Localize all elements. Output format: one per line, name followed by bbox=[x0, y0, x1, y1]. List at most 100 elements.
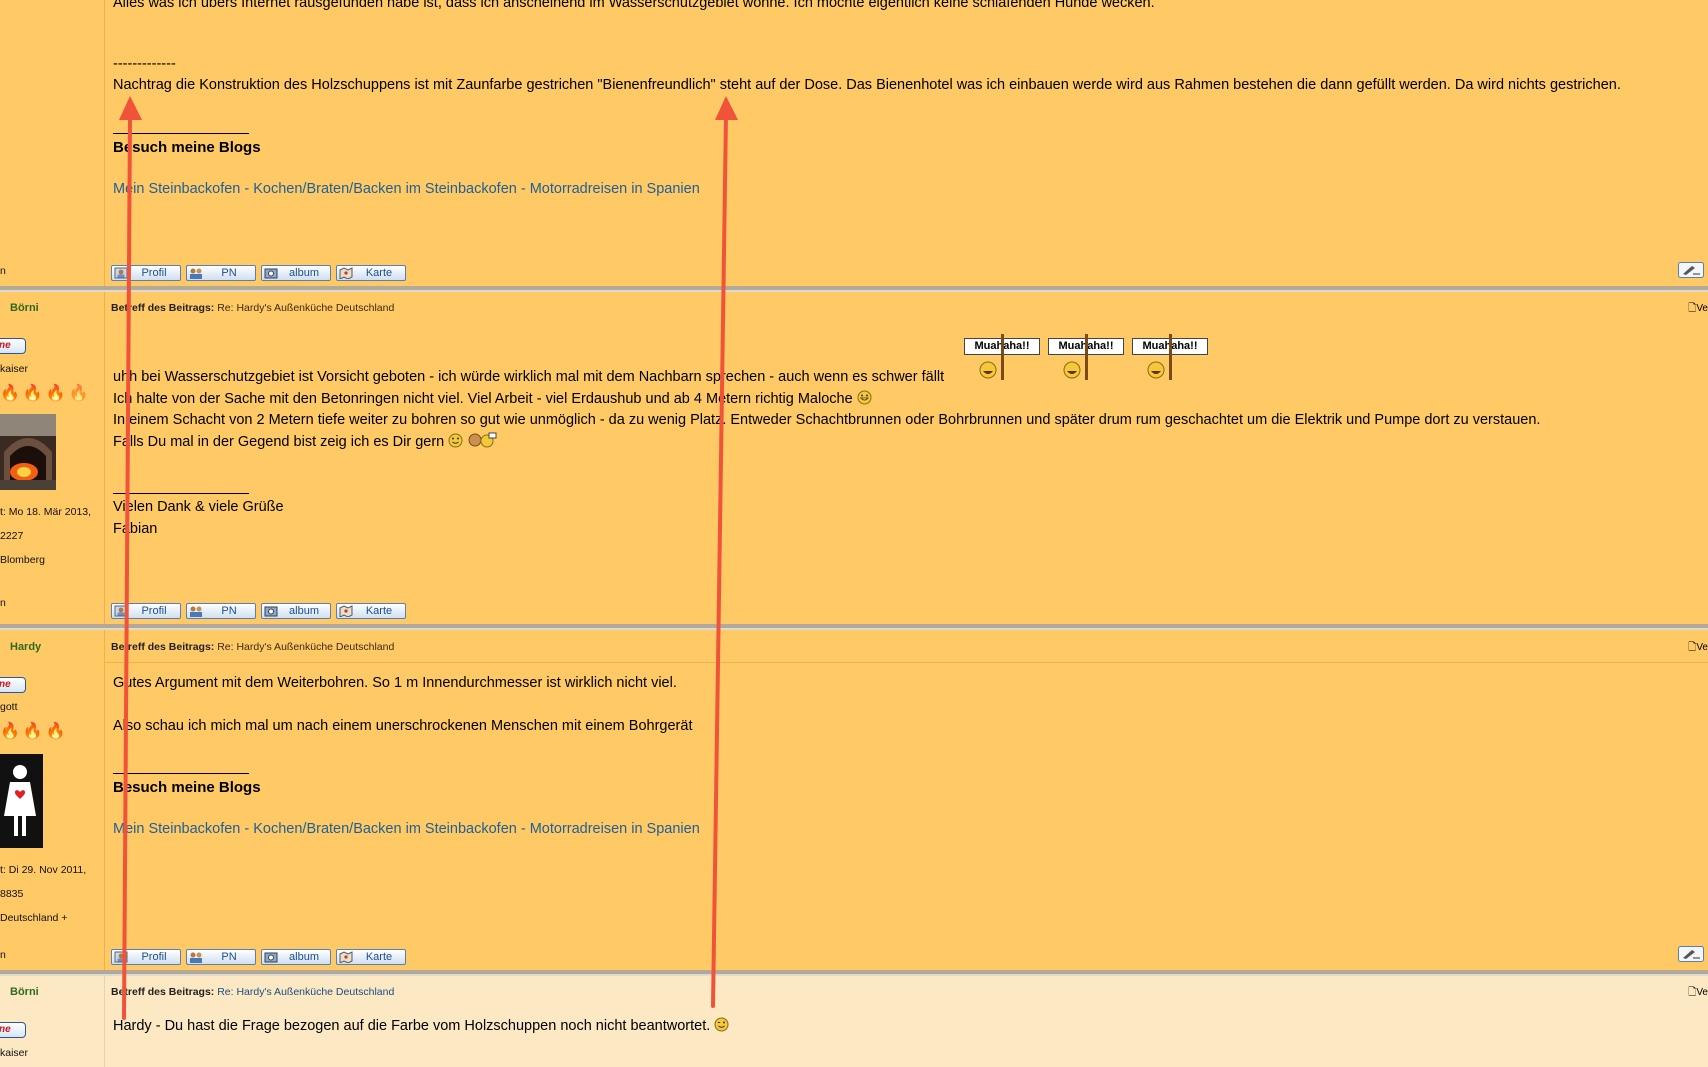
signature-line-text: Vielen Dank & viele Grüße bbox=[113, 499, 284, 515]
map-label: Karte bbox=[365, 605, 393, 617]
post-text-line: Alles was ich übers Internet rausgefunde… bbox=[113, 0, 1155, 11]
map-label: Karte bbox=[365, 951, 393, 963]
avatar[interactable] bbox=[0, 754, 43, 848]
status-badge[interactable]: ne bbox=[0, 677, 26, 693]
post-text-line: uhh bei Wasserschutzgebiet ist Vorsicht … bbox=[113, 369, 945, 385]
stone-oven-avatar-icon bbox=[0, 414, 56, 490]
grin-smiley-icon bbox=[857, 390, 872, 404]
subject-value[interactable]: Re: Hardy's Außenküche Deutschland bbox=[217, 986, 394, 998]
posts-count: 8835 bbox=[0, 888, 24, 900]
post-1: Börni ne kaiser 🔥🔥🔥🔥 t: Mo 18. Mär 2013,… bbox=[0, 292, 1708, 624]
avatar[interactable] bbox=[0, 414, 56, 490]
user-rank: gott bbox=[0, 701, 18, 713]
joined-date: t: Di 29. Nov 2011, bbox=[0, 864, 87, 876]
post-sidebar bbox=[0, 0, 105, 286]
profile-button[interactable]: Profil bbox=[111, 603, 181, 619]
pm-button[interactable]: PN bbox=[186, 265, 256, 281]
album-button[interactable]: album bbox=[261, 949, 331, 965]
post-text-line: Hardy - Du hast die Frage bezogen auf di… bbox=[113, 1016, 729, 1038]
signature-line-text: Fabian bbox=[113, 520, 158, 537]
flame-icon: 🔥 bbox=[0, 385, 23, 402]
joined-date: t: Mo 18. Mär 2013, bbox=[0, 506, 92, 518]
divider-text: ------------- bbox=[113, 56, 176, 72]
post-body: Hardy - Du hast die Frage bezogen auf di… bbox=[113, 1016, 729, 1038]
woman-figure-avatar-icon bbox=[0, 754, 43, 848]
profile-label: Profil bbox=[141, 267, 167, 279]
rank-flames: 🔥🔥🔥 bbox=[0, 721, 69, 741]
signature-title: Besuch meine Blogs bbox=[113, 139, 261, 156]
pm-label: PN bbox=[221, 605, 237, 617]
post-text-line: In einem Schacht von 2 Metern tiefe weit… bbox=[113, 412, 1541, 428]
album-button[interactable]: album bbox=[261, 603, 331, 619]
blog-link[interactable]: Mein Steinbackofen - Kochen/Braten/Backe… bbox=[113, 181, 700, 197]
status-badge[interactable]: ne bbox=[0, 338, 26, 354]
album-button[interactable]: album bbox=[261, 265, 331, 281]
subject-label: Betreff des Beitrags: bbox=[111, 641, 215, 653]
posts-count: 2227 bbox=[0, 530, 24, 542]
album-label: album bbox=[289, 267, 319, 279]
blog-link[interactable]: Mein Steinbackofen - Kochen/Braten/Backe… bbox=[113, 821, 700, 837]
post-subject: Betreff des Beitrags: Re: Hardy's Außenk… bbox=[111, 986, 394, 998]
post-text-line: Gutes Argument mit dem Weiterbohren. So … bbox=[113, 675, 677, 691]
subject-divider bbox=[104, 662, 1708, 663]
post-permalink[interactable]: 🗋Ve bbox=[1688, 301, 1708, 318]
post-body: Alles was ich übers Internet rausgefunde… bbox=[113, 0, 1155, 15]
wink-smiley-icon bbox=[714, 1017, 729, 1032]
status-badge[interactable]: ne bbox=[0, 1022, 26, 1038]
profile-button[interactable]: Profil bbox=[111, 265, 181, 281]
post-2: Hardy ne gott 🔥🔥🔥 t: Di 29. Nov 2011, 88… bbox=[0, 630, 1708, 970]
user-location: Deutschland + bbox=[0, 912, 68, 924]
user-location: Blomberg bbox=[0, 554, 45, 566]
profile-button[interactable]: Profil bbox=[111, 949, 181, 965]
map-button[interactable]: Karte bbox=[336, 949, 406, 965]
subject-label: Betreff des Beitrags: bbox=[111, 986, 215, 998]
subject-value: Re: Hardy's Außenküche Deutschland bbox=[217, 302, 395, 314]
post-text-line: Also schau ich mich mal um nach einem un… bbox=[113, 718, 693, 734]
signature-title: Besuch meine Blogs bbox=[113, 779, 261, 796]
post-permalink[interactable]: 🗋Ve bbox=[1688, 640, 1708, 657]
side-footer-text: n bbox=[0, 265, 6, 277]
author-name[interactable]: Hardy bbox=[10, 641, 41, 653]
post-permalink[interactable]: 🗋Ve bbox=[1688, 985, 1708, 1002]
profile-label: Profil bbox=[141, 951, 167, 963]
signature-text: Vielen Dank & viele Grüße Fabian bbox=[113, 497, 284, 540]
user-rank: kaiser bbox=[0, 363, 29, 375]
post-body: Gutes Argument mit dem Weiterbohren. So … bbox=[113, 673, 692, 738]
edit-icon[interactable] bbox=[1678, 262, 1704, 278]
post-0: Alles was ich übers Internet rausgefunde… bbox=[0, 0, 1708, 286]
subject-value: Re: Hardy's Außenküche Deutschland bbox=[217, 641, 395, 653]
corner-label: Ve bbox=[1696, 303, 1708, 314]
map-button[interactable]: Karte bbox=[336, 265, 406, 281]
corner-label: Ve bbox=[1696, 987, 1708, 998]
post-body: uhh bei Wasserschutzgebiet ist Vorsicht … bbox=[113, 367, 1540, 453]
album-label: album bbox=[289, 951, 319, 963]
post-text-line: Falls Du mal in der Gegend bist zeig ich… bbox=[113, 432, 1540, 454]
pm-label: PN bbox=[221, 951, 237, 963]
post-subject: Betreff des Beitrags: Re: Hardy's Außenk… bbox=[111, 641, 394, 653]
map-label: Karte bbox=[365, 267, 393, 279]
subject-label: Betreff des Beitrags: bbox=[111, 302, 215, 314]
author-name[interactable]: Börni bbox=[10, 302, 39, 314]
flame-icon: 🔥 bbox=[45, 723, 69, 740]
post-subject: Betreff des Beitrags: Re: Hardy's Außenk… bbox=[111, 302, 394, 314]
flame-icon: 🔥 bbox=[22, 723, 46, 740]
pm-button[interactable]: PN bbox=[186, 949, 256, 965]
corner-label: Ve bbox=[1696, 642, 1708, 653]
flame-icon: 🔥 bbox=[0, 723, 23, 740]
flame-icon: 🔥 bbox=[22, 385, 46, 402]
side-footer-text: n bbox=[0, 949, 6, 961]
user-rank: kaiser bbox=[0, 1047, 29, 1059]
two-smileys-icon bbox=[468, 432, 497, 447]
pm-button[interactable]: PN bbox=[186, 603, 256, 619]
signature-line bbox=[113, 493, 249, 494]
post-3: Börni ne kaiser Betreff des Beitrags: Re… bbox=[0, 976, 1708, 1067]
flame-outline-icon: 🔥 bbox=[68, 385, 92, 402]
author-name[interactable]: Börni bbox=[10, 986, 39, 998]
edit-icon[interactable] bbox=[1678, 946, 1704, 962]
signature-line bbox=[113, 773, 249, 774]
side-footer-text: n bbox=[0, 597, 6, 609]
smile-smiley-icon bbox=[448, 433, 463, 447]
album-label: album bbox=[289, 605, 319, 617]
map-button[interactable]: Karte bbox=[336, 603, 406, 619]
flame-icon: 🔥 bbox=[45, 385, 69, 402]
